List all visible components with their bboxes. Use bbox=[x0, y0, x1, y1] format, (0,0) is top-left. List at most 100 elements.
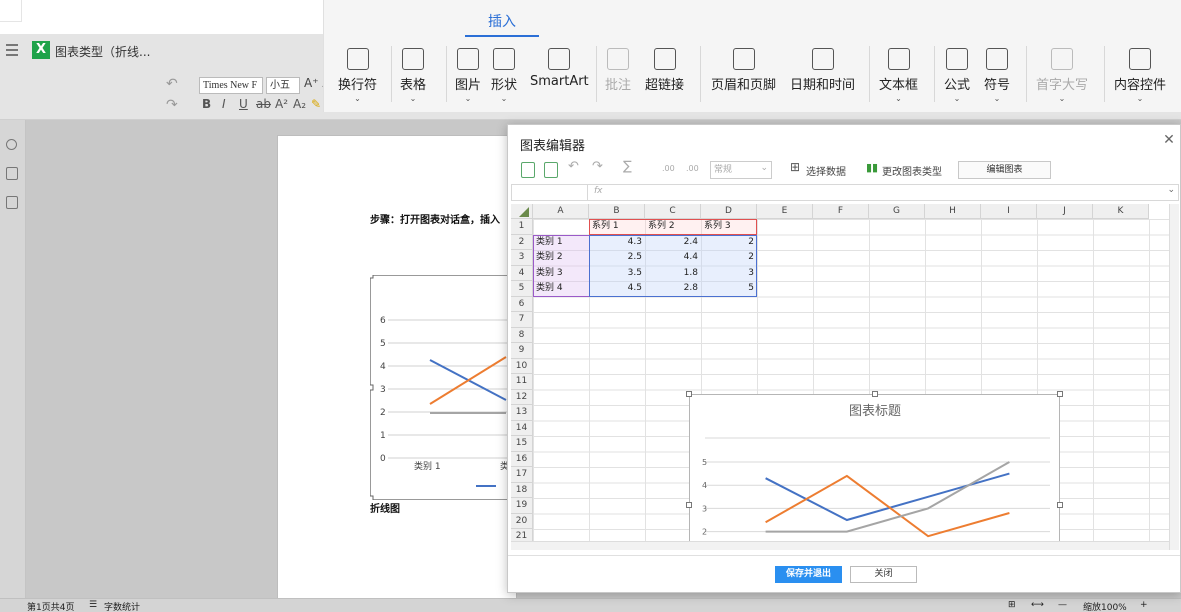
row-header[interactable]: 19 bbox=[511, 498, 533, 514]
column-header[interactable]: F bbox=[813, 204, 869, 219]
subscript-button[interactable]: A₂ bbox=[293, 97, 306, 111]
name-box[interactable] bbox=[512, 185, 588, 200]
font-name-select[interactable]: Times New F bbox=[199, 77, 263, 94]
value-cell[interactable]: 2.4 bbox=[645, 235, 701, 251]
row-header[interactable]: 1 bbox=[511, 219, 533, 235]
menu-icon[interactable] bbox=[6, 44, 18, 56]
decrease-decimal-icon[interactable]: .00 bbox=[686, 164, 699, 182]
series-header-cell[interactable]: 系列 2 bbox=[645, 219, 701, 235]
category-cell[interactable]: 类别 3 bbox=[533, 266, 589, 282]
row-header[interactable]: 12 bbox=[511, 389, 533, 405]
vertical-scrollbar[interactable] bbox=[1169, 204, 1179, 550]
chart-object[interactable]: 图表标题012345类别 1类别 2类别 3类别 4系列 1系列 2系列 3 bbox=[689, 394, 1060, 541]
value-cell[interactable]: 3.5 bbox=[589, 266, 645, 282]
search-icon[interactable] bbox=[6, 139, 17, 150]
value-cell[interactable]: 2.5 bbox=[589, 250, 645, 266]
column-header[interactable]: D bbox=[701, 204, 757, 219]
edit-chart-button[interactable]: 编辑图表 bbox=[958, 161, 1051, 179]
spreadsheet[interactable]: ABCDEFGHIJK 1 2 3 4 5 6 7 8 9 10 11 12 13 14 15 16 17 18 1… bbox=[511, 204, 1169, 541]
ribbon-formula-button[interactable]: 公式 ⌄ bbox=[944, 48, 970, 103]
category-cell[interactable]: 类别 1 bbox=[533, 235, 589, 251]
bold-button[interactable]: B bbox=[202, 97, 211, 111]
expand-formula-icon[interactable]: ⌄ bbox=[1167, 185, 1175, 195]
column-header[interactable]: K bbox=[1093, 204, 1149, 219]
value-cell[interactable]: 1.8 bbox=[645, 266, 701, 282]
row-header[interactable]: 11 bbox=[511, 374, 533, 390]
ribbon-line-break-button[interactable]: 换行符 ⌄ bbox=[338, 48, 377, 103]
chart-resize-handle[interactable] bbox=[1057, 391, 1063, 397]
column-header[interactable]: J bbox=[1037, 204, 1093, 219]
column-header[interactable]: B bbox=[589, 204, 645, 219]
row-header[interactable]: 13 bbox=[511, 405, 533, 421]
chart-resize-handle[interactable] bbox=[872, 391, 878, 397]
ribbon-hyperlink-button[interactable]: 超链接 bbox=[645, 48, 684, 93]
save-and-exit-button[interactable]: 保存并退出 bbox=[775, 566, 842, 583]
row-header[interactable]: 5 bbox=[511, 281, 533, 297]
column-header[interactable]: A bbox=[533, 204, 589, 219]
value-cell[interactable]: 2 bbox=[701, 235, 757, 251]
ribbon-textbox-button[interactable]: 文本框 ⌄ bbox=[879, 48, 918, 103]
word-count-icon[interactable]: ☰ bbox=[89, 600, 97, 610]
value-cell[interactable]: 2 bbox=[701, 250, 757, 266]
line-chart[interactable]: 图表标题012345类别 1类别 2类别 3类别 4系列 1系列 2系列 3 bbox=[690, 395, 1061, 541]
italic-button[interactable]: I bbox=[222, 97, 226, 111]
row-header[interactable]: 4 bbox=[511, 265, 533, 281]
ribbon-comment-button[interactable]: 批注 bbox=[605, 48, 631, 93]
row-header[interactable]: 2 bbox=[511, 234, 533, 250]
superscript-button[interactable]: A² bbox=[275, 97, 288, 111]
ribbon-shape-button[interactable]: 形状 ⌄ bbox=[491, 48, 517, 103]
horizontal-scrollbar[interactable] bbox=[511, 541, 1169, 550]
page-indicator[interactable]: 第1页共4页 bbox=[27, 600, 74, 612]
select-all-corner[interactable] bbox=[511, 204, 533, 219]
ribbon-symbol-button[interactable]: 符号 ⌄ bbox=[984, 48, 1010, 103]
document-chart[interactable]: 6543210 类别 1 类 bbox=[370, 275, 517, 500]
fx-icon[interactable]: fx bbox=[594, 186, 603, 196]
copy-icon[interactable] bbox=[521, 162, 535, 178]
value-cell[interactable]: 4.5 bbox=[589, 281, 645, 297]
underline-button[interactable]: U bbox=[239, 97, 248, 111]
series-header-cell[interactable]: 系列 1 bbox=[589, 219, 645, 235]
layout-icon[interactable]: ⊞ bbox=[1008, 600, 1016, 610]
bookmark-icon[interactable] bbox=[6, 196, 18, 209]
increase-decimal-icon[interactable]: .00 bbox=[662, 164, 675, 182]
series-header-cell[interactable]: 系列 3 bbox=[701, 219, 757, 235]
document-title[interactable]: 图表类型（折线... bbox=[55, 43, 150, 60]
chart-type-icon[interactable]: ▮▮ bbox=[866, 161, 878, 179]
column-header[interactable]: C bbox=[645, 204, 701, 219]
row-header[interactable]: 20 bbox=[511, 513, 533, 529]
change-chart-type-button[interactable]: 更改图表类型 bbox=[882, 163, 942, 181]
undo-icon[interactable]: ↶ bbox=[166, 76, 178, 92]
ribbon-table-button[interactable]: 表格 ⌄ bbox=[400, 48, 426, 103]
undo-icon[interactable]: ↶ bbox=[568, 159, 579, 177]
zoom-level[interactable]: 缩放100% bbox=[1083, 600, 1127, 612]
fit-width-icon[interactable]: ⟷ bbox=[1031, 600, 1044, 610]
row-header[interactable]: 10 bbox=[511, 358, 533, 374]
row-header[interactable]: 9 bbox=[511, 343, 533, 359]
category-cell[interactable]: 类别 4 bbox=[533, 281, 589, 297]
ribbon-header-footer-button[interactable]: 页眉和页脚 bbox=[711, 48, 776, 93]
strikethrough-button[interactable]: ab bbox=[256, 97, 271, 111]
redo-icon[interactable]: ↷ bbox=[592, 159, 603, 177]
ribbon-smartart-button[interactable]: SmartArt bbox=[530, 48, 589, 89]
chart-resize-handle[interactable] bbox=[686, 391, 692, 397]
tab-insert[interactable]: 插入 bbox=[488, 11, 516, 31]
chart-resize-handle[interactable] bbox=[686, 502, 692, 508]
column-header[interactable]: G bbox=[869, 204, 925, 219]
ribbon-drop-cap-button[interactable]: 首字大写 ⌄ bbox=[1036, 48, 1088, 103]
column-header[interactable]: H bbox=[925, 204, 981, 219]
row-header[interactable]: 17 bbox=[511, 467, 533, 483]
zoom-out-button[interactable]: — bbox=[1058, 600, 1067, 610]
row-header[interactable]: 14 bbox=[511, 420, 533, 436]
row-header[interactable]: 8 bbox=[511, 327, 533, 343]
value-cell[interactable]: 2.8 bbox=[645, 281, 701, 297]
ribbon-content-control-button[interactable]: 内容控件 ⌄ bbox=[1114, 48, 1166, 103]
select-data-button[interactable]: 选择数据 bbox=[806, 163, 846, 181]
column-header[interactable]: I bbox=[981, 204, 1037, 219]
number-format-select[interactable]: 常规 bbox=[710, 160, 772, 179]
row-header[interactable]: 18 bbox=[511, 482, 533, 498]
row-header[interactable]: 7 bbox=[511, 312, 533, 328]
ribbon-picture-button[interactable]: 图片 ⌄ bbox=[455, 48, 481, 103]
value-cell[interactable]: 4.3 bbox=[589, 235, 645, 251]
paste-icon[interactable] bbox=[544, 162, 558, 178]
row-header[interactable]: 6 bbox=[511, 296, 533, 312]
